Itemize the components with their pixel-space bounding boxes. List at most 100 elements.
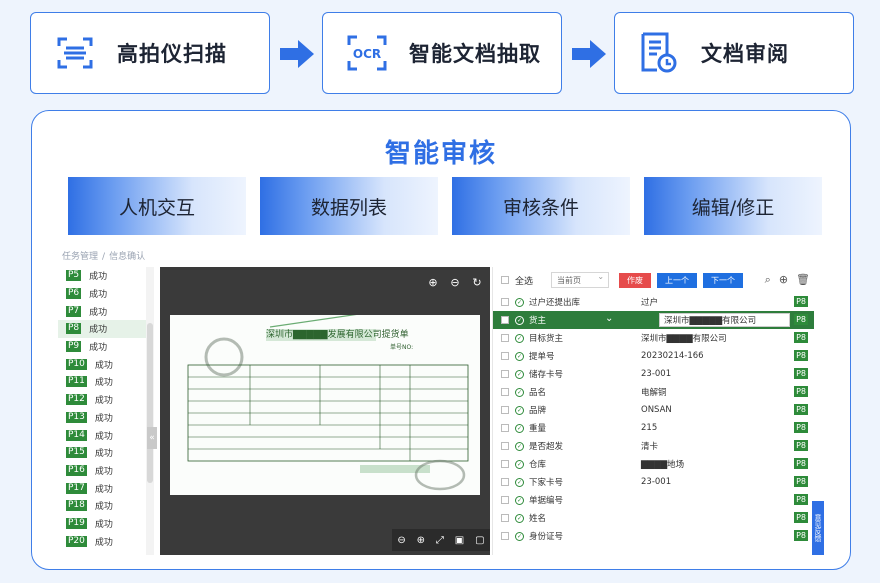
page-item[interactable]: P15 成功	[58, 444, 146, 462]
scope-dropdown[interactable]: 当前页	[551, 272, 610, 288]
delete-icon[interactable]: 🗑	[796, 273, 810, 287]
select-all-checkbox[interactable]	[501, 276, 509, 284]
row-checkbox[interactable]	[501, 442, 509, 450]
check-circle-icon: ✓	[515, 423, 524, 433]
fit-page-icon[interactable]: ▣	[455, 535, 464, 546]
field-list-panel: 全选 当前页 作废 上一个 下一个 ⌕ ⊕ 🗑 ✓过户还提出库过户P8 ✓货主⌄…	[492, 267, 814, 555]
page-item[interactable]: P11 成功	[58, 373, 146, 391]
field-row[interactable]: ✓ 提单号 20230214-166 P8	[493, 347, 814, 365]
field-row-active[interactable]: ✓ 货主 ⌄ 深圳市▇▇▇▇▇有限公司 P8	[493, 311, 814, 329]
field-row[interactable]: ✓ 重量 215 P8	[493, 419, 814, 437]
next-button[interactable]: 下一个	[703, 272, 744, 288]
add-icon[interactable]: ⊕	[779, 273, 788, 287]
row-checkbox[interactable]	[501, 406, 509, 414]
field-row[interactable]: ✓ 姓名 P8	[493, 509, 814, 527]
feature-review-conditions: 审核条件	[452, 177, 630, 235]
page-list-scrollbar[interactable]	[146, 267, 154, 555]
row-checkbox[interactable]	[501, 478, 509, 486]
scanned-document: 深圳市▇▇▇▇▇发展有限公司提货单 单号NO:	[170, 294, 490, 495]
page-item[interactable]: P16 成功	[58, 462, 146, 480]
chevron-down-icon[interactable]: ⌄	[605, 313, 613, 324]
page-item[interactable]: P19 成功	[58, 515, 146, 533]
row-checkbox[interactable]	[501, 316, 509, 324]
step-review: 文档审阅	[614, 12, 854, 94]
search-icon[interactable]: ⌕	[765, 273, 771, 287]
zoom-in-icon[interactable]: ⊕	[417, 535, 425, 546]
scrollbar-thumb[interactable]	[147, 323, 153, 483]
page-item[interactable]: P6 成功	[58, 285, 146, 303]
row-checkbox[interactable]	[501, 532, 509, 540]
row-checkbox[interactable]	[501, 460, 509, 468]
page-item[interactable]: P17 成功	[58, 479, 146, 497]
row-checkbox[interactable]	[501, 298, 509, 306]
check-circle-icon: ✓	[515, 333, 524, 343]
smart-review-panel: 智能审核 人机交互 数据列表 审核条件 编辑/修正 任务管理 / 信息确认 P5 成功…	[31, 110, 851, 570]
check-circle-icon: ✓	[515, 369, 524, 379]
ocr-icon: OCR	[345, 31, 389, 75]
scanner-icon	[53, 31, 97, 75]
field-row[interactable]: ✓ 目标货主 深圳市▇▇▇▇有限公司 P8	[493, 329, 814, 347]
check-circle-icon: ✓	[515, 351, 524, 361]
row-checkbox[interactable]	[501, 514, 509, 522]
field-row[interactable]: ✓ 品名 电解铜 P8	[493, 383, 814, 401]
feature-data-list: 数据列表	[260, 177, 438, 235]
page-item[interactable]: P13 成功	[58, 409, 146, 427]
step-ocr: OCR 智能文档抽取	[322, 12, 562, 94]
page-item-selected[interactable]: P8 成功	[58, 320, 146, 338]
row-checkbox[interactable]	[501, 388, 509, 396]
check-circle-icon: ✓	[515, 387, 524, 397]
check-circle-icon: ✓	[515, 531, 524, 541]
prev-button[interactable]: 上一个	[657, 272, 698, 288]
document-viewer: ⊕ ⊖ ↻ 深圳市▇▇▇▇▇发展有限公司提货单 单号NO: ⊖ ⊕ ⤢ ▣ ▢	[160, 267, 490, 555]
breadcrumb-item: 信息确认	[109, 252, 146, 262]
panel-title: 智能审核	[384, 139, 497, 169]
check-circle-icon: ✓	[515, 405, 524, 415]
field-toolbar: 全选 当前页 作废 上一个 下一个 ⌕ ⊕ 🗑	[493, 267, 814, 293]
feature-human-interaction: 人机交互	[68, 177, 246, 235]
row-checkbox[interactable]	[501, 496, 509, 504]
row-checkbox[interactable]	[501, 424, 509, 432]
page-list: P5 成功 P6 成功 P7 成功 P8 成功 P9 成功 P10 成功 P11 成功 P12…	[58, 267, 146, 555]
page-item[interactable]: P10 成功	[58, 355, 146, 373]
rotate-icon[interactable]: ↻	[468, 273, 486, 291]
field-row[interactable]: ✓ 单据编号 P8	[493, 491, 814, 509]
field-row[interactable]: ✓ 下家卡号 23-001 P8	[493, 473, 814, 491]
field-row[interactable]: ✓ 过户还提出库 过户 P8	[493, 293, 814, 311]
breadcrumb-item[interactable]: 任务管理	[62, 252, 98, 262]
field-row[interactable]: ✓ 品牌 ONSAN P8	[493, 401, 814, 419]
field-row[interactable]: ✓ 是否超发 清卡 P8	[493, 437, 814, 455]
page-item[interactable]: P9 成功	[58, 338, 146, 356]
field-row[interactable]: ✓ 储存卡号 23-001 P8	[493, 365, 814, 383]
page-item[interactable]: P20 成功	[58, 532, 146, 550]
document-review-icon	[637, 31, 681, 75]
zoom-out-icon[interactable]: ⊖	[446, 273, 464, 291]
feedback-tab[interactable]: 意见反馈	[812, 501, 824, 555]
row-checkbox[interactable]	[501, 352, 509, 360]
fullscreen-icon[interactable]: ⤢	[436, 535, 444, 546]
comment-icon[interactable]: ▢	[475, 535, 484, 546]
row-checkbox[interactable]	[501, 370, 509, 378]
check-circle-icon: ✓	[515, 297, 524, 307]
arrow-right-icon	[280, 40, 314, 68]
zoom-in-icon[interactable]: ⊕	[424, 273, 442, 291]
field-row[interactable]: ✓ 仓库 ▇▇▇▇地场 P8	[493, 455, 814, 473]
page-item[interactable]: P5 成功	[58, 267, 146, 285]
field-value-input[interactable]: 深圳市▇▇▇▇▇有限公司	[659, 313, 790, 327]
page-item[interactable]: P7 成功	[58, 302, 146, 320]
page-item[interactable]: P14 成功	[58, 426, 146, 444]
step-label: 高拍仪扫描	[117, 42, 227, 66]
app-screenshot: 任务管理 / 信息确认 P5 成功 P6 成功 P7 成功 P8 成功 P9 成功 P10 成功…	[58, 245, 824, 555]
collapse-panel-icon[interactable]: «	[147, 427, 157, 449]
breadcrumb: 任务管理 / 信息确认	[62, 252, 146, 262]
field-row[interactable]: ✓ 身份证号 P8	[493, 527, 814, 545]
check-circle-icon: ✓	[515, 495, 524, 505]
page-item[interactable]: P18 成功	[58, 497, 146, 515]
row-checkbox[interactable]	[501, 334, 509, 342]
void-button[interactable]: 作废	[619, 272, 652, 288]
viewer-bottom-toolbar: ⊖ ⊕ ⤢ ▣ ▢	[392, 529, 490, 551]
check-circle-icon: ✓	[515, 441, 524, 451]
zoom-out-icon[interactable]: ⊖	[397, 535, 405, 546]
page-item[interactable]: P12 成功	[58, 391, 146, 409]
check-circle-icon: ✓	[515, 315, 524, 325]
svg-text:单号NO:: 单号NO:	[390, 343, 413, 351]
